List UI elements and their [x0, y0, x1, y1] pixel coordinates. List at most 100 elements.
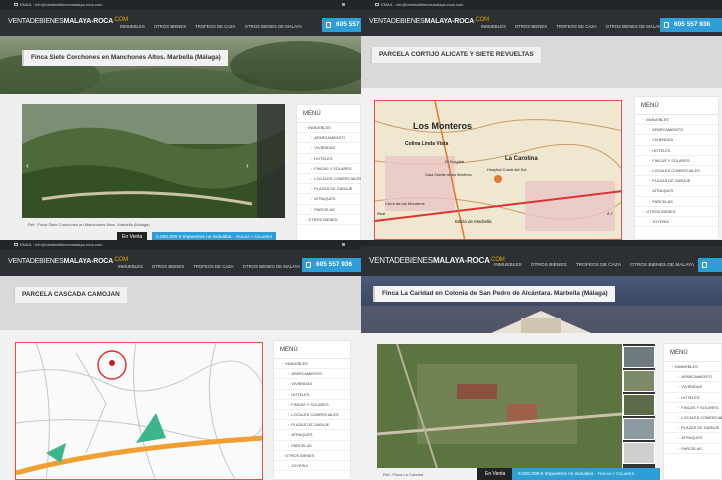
menu-item-parcelas[interactable]: PARCELAS — [664, 444, 721, 454]
map-label-casa-grande: Casa Grande de los Monteros — [425, 173, 472, 177]
menu-item-aparcamiento[interactable]: APARCAMIENTO — [274, 369, 350, 380]
nav-otros-bienes-malaya[interactable]: OTROS BIENES DE MALAYA — [630, 263, 694, 268]
thumbnail[interactable] — [623, 346, 655, 368]
email-text[interactable]: EMAIL : info@ventadebienesmalaya-roca.co… — [20, 2, 102, 7]
map-label-real: Real — [377, 211, 386, 216]
menu-item-inmuebles[interactable]: INMUEBLES — [635, 115, 718, 126]
phone-button[interactable]: 605 557 936 — [322, 18, 361, 32]
property-photo[interactable]: ‹ › — [22, 104, 285, 218]
nav-inmuebles[interactable]: INMUEBLES — [118, 264, 143, 269]
nav-trofeos[interactable]: TROFEOS DE CAZA — [195, 24, 236, 29]
nav-otros-bienes-malaya[interactable]: OTROS BIENES DE MALAYA — [245, 24, 302, 29]
menu-item-inmuebles[interactable]: INMUEBLES — [664, 362, 721, 373]
property-map[interactable]: Los Monteros Colina Linda Vista La Carol… — [374, 100, 622, 240]
phone-icon — [702, 262, 707, 268]
menu-item-atraques[interactable]: ATRAQUES — [635, 186, 718, 197]
next-arrow-icon[interactable]: › — [246, 161, 249, 170]
nav-otros-bienes-malaya[interactable]: OTROS BIENES DE MALAYA — [243, 264, 300, 269]
email-text[interactable]: EMAIL : info@ventadebienesmalaya-roca.co… — [20, 242, 102, 247]
menu-item-viviendas[interactable]: VIVIENDAS — [664, 382, 721, 393]
menu-item-joyeria[interactable]: JOYERIA — [274, 461, 350, 472]
side-menu: MENÚ INMUEBLES APARCAMIENTO VIVIENDAS HO… — [634, 96, 719, 240]
menu-item-plazas[interactable]: PLAZAS DE GARAJE — [664, 423, 721, 434]
property-photo[interactable] — [377, 344, 622, 468]
menu-item-locales[interactable]: LOCALES COMERCIALES — [635, 166, 718, 177]
thumbnail[interactable] — [623, 370, 655, 392]
phone-button[interactable]: 605 557 936 — [302, 258, 361, 272]
nav-otros-bienes[interactable]: OTROS BIENES — [152, 264, 184, 269]
menu-item-viviendas[interactable]: VIVIENDAS — [635, 135, 718, 146]
email-text[interactable]: EMAIL : info@ventadebienesmalaya-roca.co… — [381, 2, 463, 7]
menu-item-parcelas[interactable]: PARCELAS — [635, 197, 718, 207]
phone-button[interactable]: 605 557 936 — [660, 18, 722, 32]
top-bar: EMAIL : info@ventadebienesmalaya-roca.co… — [0, 240, 361, 250]
menu-item-otros-bienes[interactable]: OTROS BIENES — [297, 215, 360, 225]
menu-item-inmuebles[interactable]: INMUEBLES — [297, 123, 360, 134]
menu-item-viviendas[interactable]: VIVIENDAS — [274, 379, 350, 390]
nav-trofeos[interactable]: TROFEOS DE CAZA — [193, 264, 234, 269]
menu-item-parcelas[interactable]: PARCELAS — [274, 441, 350, 451]
menu-item-plazas[interactable]: PLAZAS DE GARAJE — [274, 420, 350, 431]
nav-inmuebles[interactable]: INMUEBLES — [481, 24, 506, 29]
menu-icon[interactable] — [342, 243, 345, 246]
menu-item-locales[interactable]: LOCALES COMERCIALES — [664, 413, 722, 424]
menu-item-plazas[interactable]: PLAZAS DE GARAJE — [297, 184, 360, 195]
menu-icon[interactable] — [342, 3, 345, 6]
site-logo[interactable]: VENTADEBIENESMALAYA-ROCA.COM — [369, 17, 489, 25]
prev-arrow-icon[interactable]: ‹ — [26, 161, 29, 170]
menu-item-otros-bienes[interactable]: OTROS BIENES — [274, 451, 350, 461]
email-icon — [14, 243, 18, 246]
menu-item-locales[interactable]: LOCALES COMERCIALES — [297, 174, 361, 185]
menu-item-hoteles[interactable]: HOTELES — [297, 154, 360, 164]
map-label-bahia: Bahía de Marbella — [455, 219, 492, 224]
menu-item-aparcamiento[interactable]: APARCAMIENTO — [297, 133, 360, 144]
map-label-hospital: El Hospital — [445, 159, 465, 164]
property-map[interactable] — [15, 342, 263, 480]
price-badge: 8.000.000 € Impuestos no incluidos · FIN… — [512, 468, 660, 480]
nav-inmuebles[interactable]: INMUEBLES — [494, 263, 522, 268]
nav-otros-bienes[interactable]: OTROS BIENES — [515, 24, 547, 29]
menu-item-hoteles[interactable]: HOTELES — [274, 390, 350, 400]
menu-item-fincas[interactable]: FINCAS Y SOLARES — [635, 156, 718, 166]
site-logo[interactable]: VENTADEBIENESMALAYA-ROCA.COM — [8, 17, 128, 25]
map-label-monteros: Los Monteros — [413, 121, 473, 131]
menu-item-plazas[interactable]: PLAZAS DE GARAJE — [635, 176, 718, 187]
menu-item-aparcamiento[interactable]: APARCAMIENTO — [664, 372, 721, 383]
nav-otros-bienes[interactable]: OTROS BIENES — [154, 24, 186, 29]
menu-item-atraques[interactable]: ATRAQUES — [274, 430, 350, 441]
menu-item-parcelas[interactable]: PARCELAS — [297, 205, 360, 215]
thumbnail[interactable] — [623, 418, 655, 440]
menu-item-hoteles[interactable]: HOTELES — [635, 146, 718, 156]
photo-caption: Ref.: Finca La Caridad — [383, 472, 424, 477]
site-logo[interactable]: VENTADEBIENESMALAYA-ROCA.COM — [8, 257, 128, 265]
menu-item-joyeria[interactable]: JOYERIA — [635, 217, 718, 228]
menu-item-fincas[interactable]: FINCAS Y SOLARES — [297, 164, 360, 174]
menu-item-inmuebles[interactable]: INMUEBLES — [274, 359, 350, 370]
main-nav: INMUEBLES OTROS BIENES TROFEOS DE CAZA OTRO… — [118, 264, 309, 269]
menu-item-hoteles[interactable]: HOTELES — [664, 393, 721, 403]
menu-item-locales[interactable]: LOCALES COMERCIALES — [274, 410, 350, 421]
nav-trofeos[interactable]: TROFEOS DE CAZA — [576, 263, 621, 268]
menu-item-otros-bienes[interactable]: OTROS BIENES — [635, 207, 718, 217]
thumbnail[interactable] — [623, 394, 655, 416]
top-bar: EMAIL : info@ventadebienesmalaya-roca.co… — [0, 0, 361, 10]
property-title: Finca La Caridad en Colonia de San Pedro… — [373, 286, 615, 302]
thumbnail-strip — [623, 344, 655, 468]
menu-item-atraques[interactable]: ATRAQUES — [664, 433, 721, 444]
map-label-a7: A 7 — [607, 211, 613, 216]
nav-otros-bienes[interactable]: OTROS BIENES — [531, 263, 567, 268]
menu-item-fincas[interactable]: FINCAS Y SOLARES — [664, 403, 721, 413]
menu-item-viviendas[interactable]: VIVIENDAS — [297, 143, 360, 154]
nav-trofeos[interactable]: TROFEOS DE CAZA — [556, 24, 597, 29]
phone-button[interactable] — [698, 258, 722, 272]
menu-item-fincas[interactable]: FINCAS Y SOLARES — [274, 400, 350, 410]
menu-item-aparcamiento[interactable]: APARCAMIENTO — [635, 125, 718, 136]
nav-otros-bienes-malaya[interactable]: OTROS BIENES DE MALAYA — [606, 24, 663, 29]
menu-item-atraques[interactable]: ATRAQUES — [297, 194, 360, 205]
site-logo[interactable]: VENTADEBIENESMALAYA-ROCA.COM — [369, 256, 505, 265]
property-title: PARCELA CASCADA CAMOJAN — [13, 287, 127, 303]
hero-banner: PARCELA CASCADA CAMOJAN — [0, 276, 361, 330]
thumbnail[interactable] — [623, 442, 655, 464]
price-badge: 2.200.000 € Impuestos no incluidos · FIN… — [152, 232, 277, 240]
nav-inmuebles[interactable]: INMUEBLES — [120, 24, 145, 29]
